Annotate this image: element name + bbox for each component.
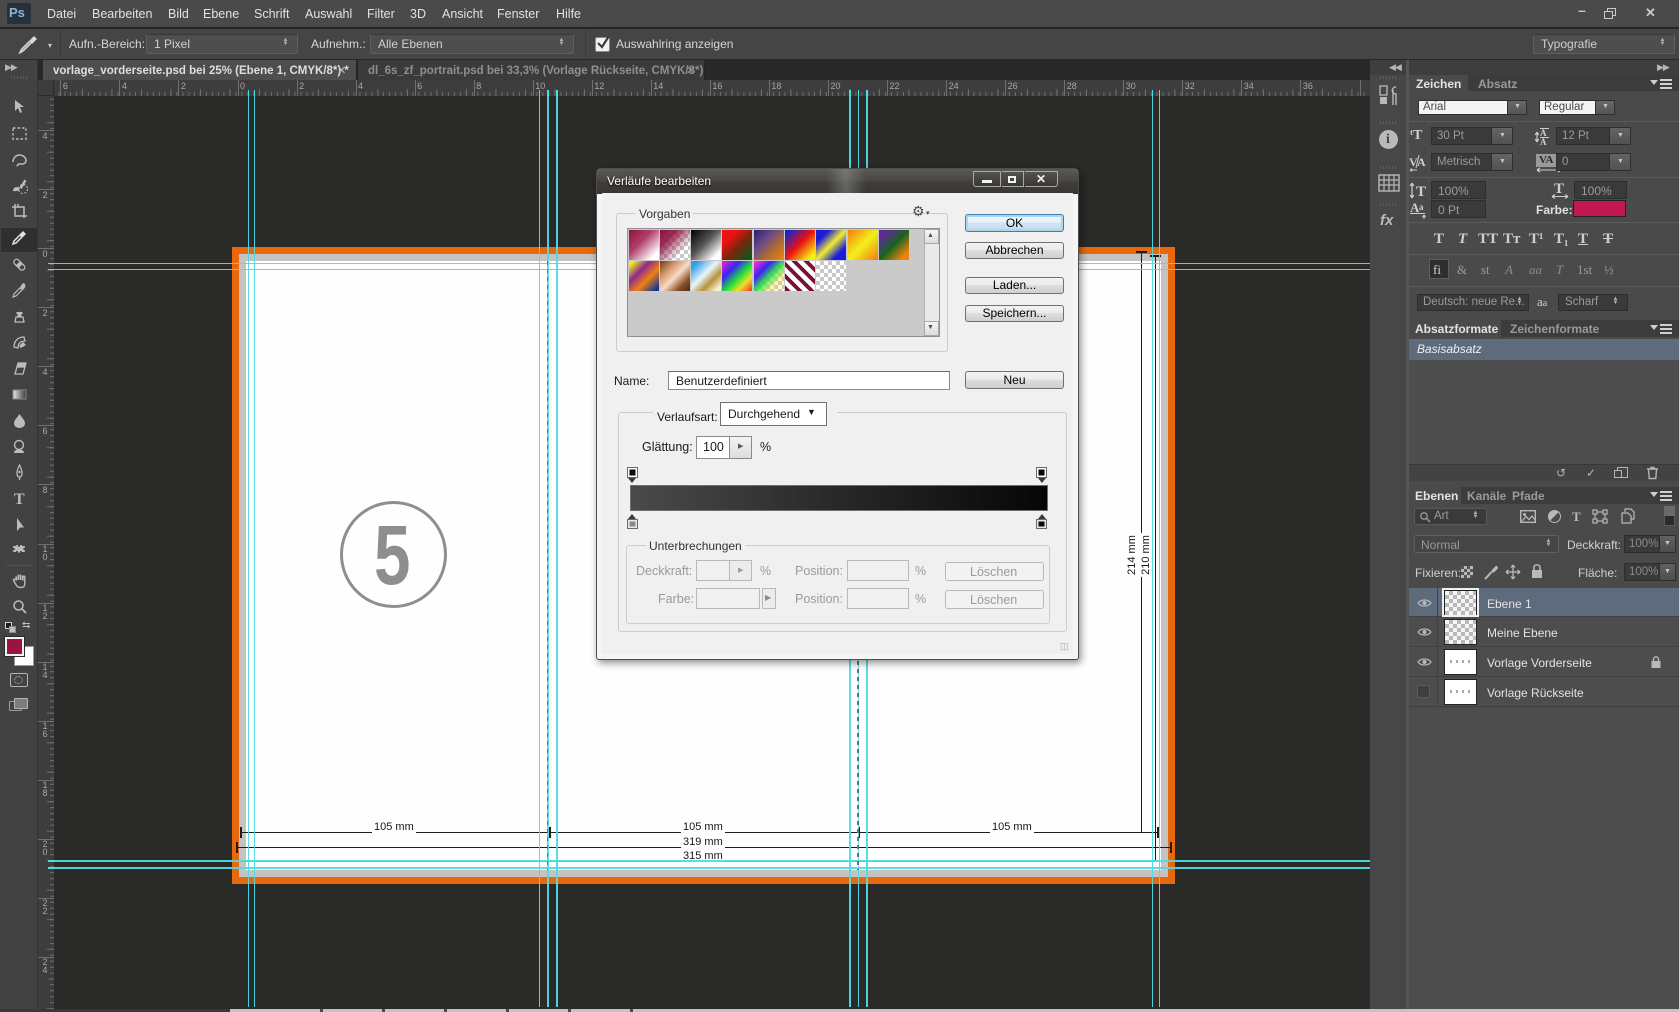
svg-text:T: T: [1416, 184, 1426, 200]
svg-text:T: T: [1554, 181, 1564, 197]
svg-text:a: a: [1419, 202, 1424, 212]
svg-text:A: A: [1540, 137, 1547, 146]
svg-text:T: T: [14, 491, 25, 508]
